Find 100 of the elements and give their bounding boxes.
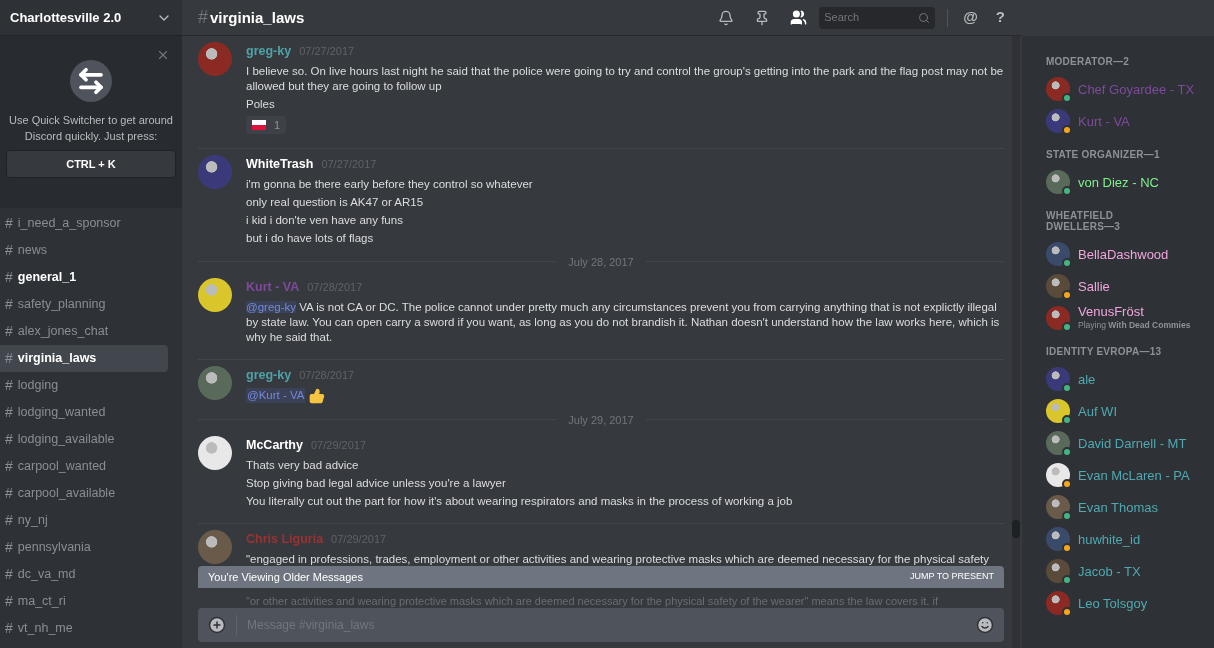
avatar <box>1046 77 1070 101</box>
member-name[interactable]: Jacob - TX <box>1078 563 1141 579</box>
hash-icon: # <box>5 348 13 369</box>
avatar <box>198 154 232 189</box>
member-name[interactable]: von Diez - NC <box>1078 174 1159 190</box>
channel-item[interactable]: # dc_va_md <box>0 561 168 588</box>
channel-item[interactable]: # ma_ct_ri <box>0 588 168 615</box>
avatar <box>1046 367 1070 391</box>
help-icon[interactable]: ? <box>995 6 1005 29</box>
message-text: @greg-ky VA is not CA or DC. The police cannot under pretty much any circumstances prevent you from carrying anything that is not explictly illegal by state law. You can open carry a sword if you want, as long as you do not brandish it. Nathan doesn't understand how the law works here, which is why he said that. <box>246 299 1001 345</box>
hash-icon: # <box>5 510 13 531</box>
channel-item[interactable]: # i_need_a_sponsor <box>0 210 168 237</box>
avatar <box>1046 306 1070 330</box>
search-box[interactable]: Search <box>819 6 936 29</box>
channel-item[interactable]: # carpool_wanted <box>0 453 168 480</box>
flag-icon <box>252 119 266 130</box>
mention[interactable]: @Kurt - VA <box>246 388 306 403</box>
role-heading: WHEATFIELD DWELLERS—3 <box>1046 210 1122 232</box>
hash-icon: # <box>5 375 13 396</box>
member-name[interactable]: Evan McLaren - PA <box>1078 467 1190 483</box>
channel-item[interactable]: # alex_jones_chat <box>0 318 168 345</box>
avatar <box>1046 109 1070 133</box>
avatar <box>1046 399 1070 423</box>
channel-item[interactable]: # ny_nj <box>0 507 168 534</box>
role-heading: STATE ORGANIZER—1 <box>1046 149 1161 160</box>
mention-icon[interactable]: @ <box>963 6 978 29</box>
message-text: but i do have lots of flags <box>246 230 374 246</box>
avatar <box>198 42 232 76</box>
switch-arrows-icon <box>70 60 112 102</box>
message-text: Poles <box>246 96 275 112</box>
author-name[interactable]: WhiteTrash <box>246 154 314 174</box>
channel-item[interactable]: # news <box>0 237 168 264</box>
hash-icon: # <box>5 564 13 585</box>
member-name[interactable]: Kurt - VA <box>1078 113 1130 129</box>
avatar <box>1046 242 1070 266</box>
member-name[interactable]: ale <box>1078 371 1096 387</box>
search-icon <box>918 11 931 24</box>
channel-item[interactable]: # virginia_laws <box>0 345 168 372</box>
member-name[interactable]: huwhite_id <box>1078 531 1141 547</box>
message-text: i kid i don'te ven have any funs <box>246 212 403 228</box>
avatar <box>1046 527 1070 551</box>
channel-item[interactable]: # general_1 <box>0 264 168 291</box>
members-icon[interactable] <box>790 9 808 26</box>
member-name[interactable]: VenusFröst <box>1078 304 1191 320</box>
member-name[interactable]: BellaDashwood <box>1078 246 1169 262</box>
hash-icon: # <box>5 267 13 288</box>
avatar <box>198 365 232 400</box>
avatar <box>198 529 232 564</box>
channel-item[interactable]: # pennsylvania <box>0 534 168 561</box>
member-name[interactable]: Evan Thomas <box>1078 499 1158 515</box>
jump-to-present-button[interactable]: JUMP TO PRESENT <box>909 570 994 584</box>
author-name[interactable]: greg-ky <box>246 42 292 61</box>
channel-item[interactable]: # lodging <box>0 372 168 399</box>
hash-icon: # <box>5 618 13 639</box>
channel-item[interactable]: # lodging_available <box>0 426 168 453</box>
avatar <box>1046 431 1070 455</box>
member-name[interactable]: Chef Goyardee - TX <box>1078 81 1195 97</box>
close-icon[interactable] <box>156 48 170 62</box>
avatar <box>1046 495 1070 519</box>
plus-icon[interactable] <box>208 616 226 634</box>
message-text: Thats very bad advice <box>246 457 359 473</box>
hash-icon: # <box>5 429 13 450</box>
message-text: Stop giving bad legal advice unless you're a lawyer <box>246 475 506 491</box>
hash-icon: # <box>5 240 13 261</box>
hash-icon: # <box>5 456 13 477</box>
hash-icon: # <box>5 321 13 342</box>
member-name[interactable]: Sallie <box>1078 278 1110 294</box>
author-name[interactable]: McCarthy <box>246 436 303 455</box>
author-name[interactable]: greg-ky <box>246 365 292 385</box>
channel-item[interactable]: # vt_nh_me <box>0 615 168 642</box>
hash-icon: # <box>5 402 13 423</box>
reaction-button[interactable]: 1 <box>246 115 287 134</box>
role-heading: IDENTITY EVROPA—13 <box>1046 346 1163 357</box>
message-text: i'm gonna be there early before they control so whatever <box>246 176 533 192</box>
message-text: I believe so. On live hours last night he said that the police were going to try and control the group's getting into the park and the flag post may not be allowed but they are going to follow up <box>246 63 1004 94</box>
scrollbar-thumb[interactable] <box>1012 520 1020 538</box>
channel-item[interactable]: # lodging_wanted <box>0 399 168 426</box>
hash-icon: # <box>5 537 13 558</box>
search-field[interactable]: Search <box>824 9 905 26</box>
hash-icon: # <box>5 483 13 504</box>
date-divider: July 29, 2017 <box>568 412 634 428</box>
avatar <box>1046 591 1070 615</box>
message-text: "engaged in professions, trades, employment or other activities and wearing protective masks which are deemed necessary for the physical safety <box>246 551 989 566</box>
message-text: only real question is AK47 or AR15 <box>246 194 424 210</box>
member-name[interactable]: Auf WI <box>1078 403 1117 419</box>
role-heading: MODERATOR—2 <box>1046 56 1130 67</box>
emoji-icon[interactable] <box>976 616 994 634</box>
avatar <box>1046 463 1070 487</box>
channel-title: #virginia_laws <box>198 6 306 29</box>
shortcut-button[interactable]: CTRL + K <box>6 150 176 178</box>
hash-icon: # <box>5 213 13 234</box>
channel-item[interactable]: # carpool_available <box>0 480 168 507</box>
bell-icon[interactable] <box>718 9 735 26</box>
member-name[interactable]: Leo Tolsgoy <box>1078 595 1148 611</box>
member-name[interactable]: David Darnell - MT <box>1078 435 1187 451</box>
avatar <box>1046 274 1070 298</box>
quick-switcher-text: Use Quick Switcher to get around Discord quickly. Just press: <box>8 113 174 144</box>
avatar <box>198 436 232 470</box>
hash-icon: # <box>5 591 13 612</box>
channel-item[interactable]: # safety_planning <box>0 291 168 318</box>
